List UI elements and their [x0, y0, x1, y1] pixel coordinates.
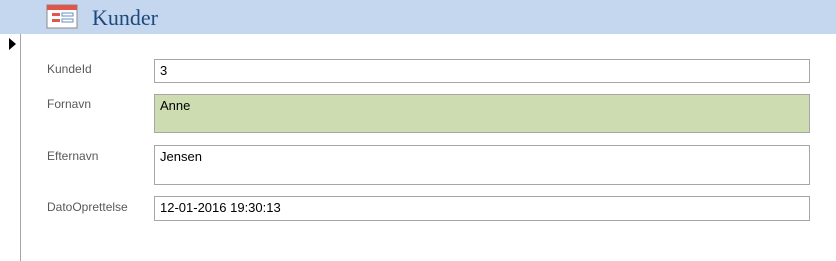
record-selector[interactable]	[0, 34, 21, 261]
form-icon	[46, 4, 78, 29]
efternavn-field[interactable]: Jensen	[154, 145, 810, 185]
current-record-arrow-icon	[9, 38, 16, 50]
fornavn-field[interactable]: Anne	[154, 94, 810, 133]
kundeid-field[interactable]: 3	[154, 59, 810, 83]
efternavn-label: Efternavn	[47, 149, 99, 163]
datooprettelse-label: DatoOprettelse	[47, 200, 128, 214]
kundeid-label: KundeId	[47, 62, 92, 76]
datooprettelse-field[interactable]: 12-01-2016 19:30:13	[154, 196, 810, 221]
form-header: Kunder	[0, 0, 836, 34]
fornavn-label: Fornavn	[47, 97, 92, 111]
form-title: Kunder	[92, 5, 158, 30]
